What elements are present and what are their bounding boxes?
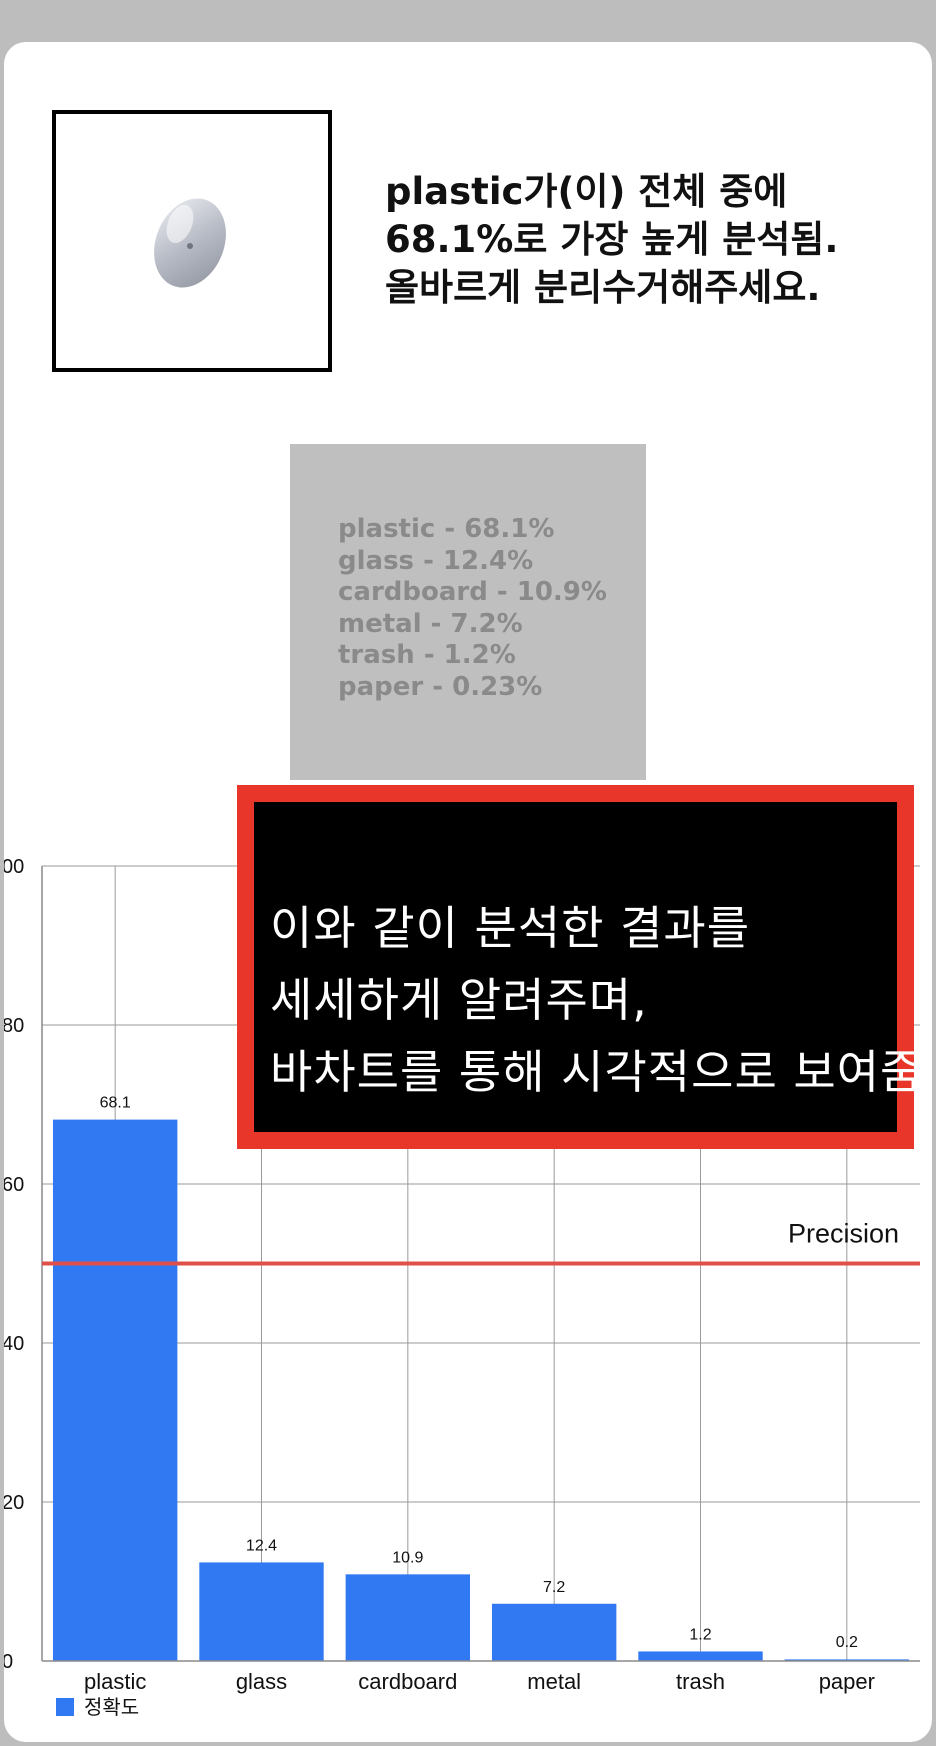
- callout-box: 이와 같이 분석한 결과를 세세하게 알려주며, 바차트를 통해 시각적으로 보…: [254, 802, 924, 1132]
- y-tick-label: 60: [4, 1174, 24, 1196]
- bar-value-label: 1.2: [689, 1626, 711, 1643]
- bar: [52, 1119, 178, 1661]
- y-tick-label: 00: [4, 856, 24, 878]
- bar-value-label: 12.4: [246, 1537, 277, 1554]
- callout-line-1: 이와 같이 분석한 결과를: [270, 901, 751, 955]
- y-tick-label: 0: [4, 1651, 13, 1673]
- y-tick-label: 80: [4, 1015, 24, 1037]
- result-screen: plastic가(이) 전체 중에 68.1%로 가장 높게 분석됨. 올바르게…: [4, 42, 932, 1742]
- x-tick-label: paper: [819, 1669, 875, 1694]
- explanation-callout: 이와 같이 분석한 결과를 세세하게 알려주며, 바차트를 통해 시각적으로 보…: [237, 785, 924, 1149]
- callout-line-2: 세세하게 알려주며,: [270, 973, 648, 1027]
- y-tick-label: 40: [4, 1333, 24, 1355]
- x-tick-label: cardboard: [358, 1669, 457, 1694]
- legend-swatch: [56, 1698, 74, 1716]
- callout-line-3: 바차트를 통해 시각적으로 보여줌: [270, 1045, 924, 1099]
- bar-value-label: 68.1: [100, 1095, 131, 1112]
- bar: [491, 1603, 617, 1661]
- bar-value-label: 10.9: [392, 1549, 423, 1566]
- bar: [345, 1574, 471, 1661]
- bar: [199, 1562, 324, 1661]
- x-tick-label: glass: [236, 1669, 287, 1694]
- x-tick-label: metal: [527, 1669, 581, 1694]
- bar-value-label: 7.2: [543, 1579, 565, 1596]
- y-tick-label: 20: [4, 1492, 24, 1514]
- bar: [638, 1651, 763, 1661]
- bar-value-label: 0.2: [836, 1634, 858, 1651]
- x-tick-label: plastic: [84, 1669, 146, 1694]
- precision-label: Precision: [788, 1219, 899, 1249]
- legend-label: 정확도: [84, 1695, 139, 1719]
- x-tick-label: trash: [676, 1669, 725, 1694]
